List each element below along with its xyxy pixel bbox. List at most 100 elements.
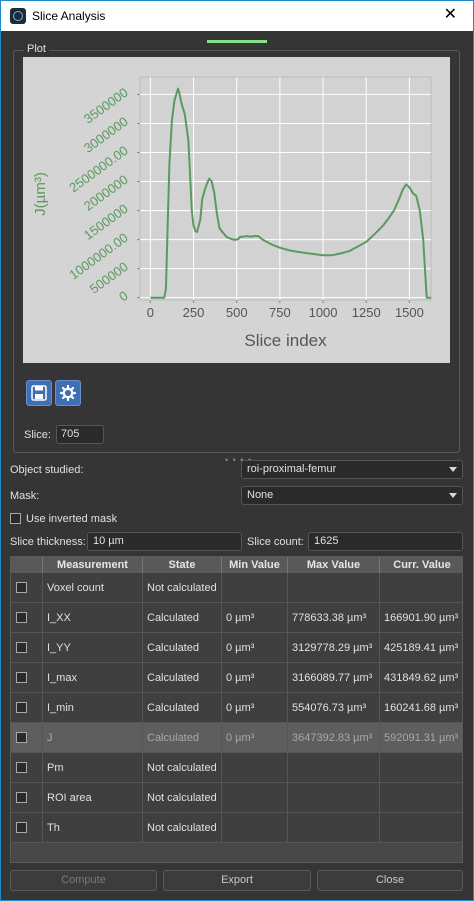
title-bar: Slice Analysis ✕ xyxy=(0,0,474,31)
table-row[interactable]: ROI area Not calculated xyxy=(11,783,462,813)
export-button[interactable]: Export xyxy=(163,870,311,891)
cell-checkbox xyxy=(11,663,43,693)
row-checkbox[interactable] xyxy=(16,642,27,653)
table-row[interactable]: J Calculated 0 µm³ 3647392.83 µm³ 592091.31 … xyxy=(11,723,462,753)
row-checkbox[interactable] xyxy=(16,702,27,713)
cell-min-value xyxy=(222,573,288,603)
row-checkbox[interactable] xyxy=(16,582,27,593)
mask-value: None xyxy=(247,489,274,501)
cell-checkbox xyxy=(11,603,43,633)
cell-max-value: 778633.38 µm³ xyxy=(288,603,380,633)
x-tick-label: 1250 xyxy=(352,305,381,320)
cell-curr-value xyxy=(380,813,462,843)
compute-button[interactable]: Compute xyxy=(10,870,157,891)
save-icon xyxy=(31,385,47,401)
row-checkbox[interactable] xyxy=(16,612,27,623)
cell-state: Not calculated xyxy=(143,573,222,603)
cell-measurement: Pm xyxy=(43,753,143,783)
header-measurement[interactable]: Measurement xyxy=(43,557,143,573)
x-tick-label: 250 xyxy=(183,305,205,320)
header-min-value[interactable]: Min Value xyxy=(222,557,288,573)
header-check-column[interactable] xyxy=(11,557,43,573)
cell-max-value: 3166089.77 µm³ xyxy=(288,663,380,693)
x-axis-label: Slice index xyxy=(244,331,327,350)
slice-label: Slice: xyxy=(24,429,51,441)
gear-icon xyxy=(60,385,76,401)
object-studied-value: roi-proximal-femur xyxy=(247,463,337,475)
header-curr-value[interactable]: Curr. Value xyxy=(380,557,462,573)
table-row[interactable]: Th Not calculated xyxy=(11,813,462,843)
table-row[interactable]: Pm Not calculated xyxy=(11,753,462,783)
header-state[interactable]: State xyxy=(143,557,222,573)
cell-checkbox xyxy=(11,633,43,663)
x-tick-label: 750 xyxy=(269,305,291,320)
slice-count-label: Slice count: xyxy=(247,536,304,548)
close-button[interactable]: Close xyxy=(317,870,463,891)
inverted-mask-label: Use inverted mask xyxy=(26,513,118,525)
table-row[interactable]: I_YY Calculated 0 µm³ 3129778.29 µm³ 425189.… xyxy=(11,633,462,663)
row-checkbox[interactable] xyxy=(16,732,27,743)
cell-measurement: I_max xyxy=(43,663,143,693)
cell-min-value: 0 µm³ xyxy=(222,693,288,723)
save-plot-button[interactable] xyxy=(26,380,52,406)
chevron-down-icon xyxy=(449,493,457,498)
cell-curr-value: 166901.90 µm³ xyxy=(384,612,459,624)
x-tick-label: 1500 xyxy=(395,305,424,320)
cell-checkbox xyxy=(11,813,43,843)
cell-max-value: 3129778.29 µm³ xyxy=(288,633,380,663)
inverted-mask-checkbox[interactable] xyxy=(10,513,21,524)
cell-checkbox xyxy=(11,753,43,783)
table-row[interactable]: Voxel count Not calculated xyxy=(11,573,462,603)
cell-max-value: 554076.73 µm³ xyxy=(288,693,380,723)
plot-groupbox-title: Plot xyxy=(24,43,49,55)
object-studied-select[interactable]: roi-proximal-femur xyxy=(241,460,463,479)
cell-checkbox xyxy=(11,693,43,723)
cell-checkbox xyxy=(11,723,43,753)
slice-thickness-field[interactable]: 10 µm xyxy=(87,532,242,551)
cell-state: Calculated xyxy=(143,633,222,663)
table-row[interactable]: I_min Calculated 0 µm³ 554076.73 µm³ 160241.… xyxy=(11,693,462,723)
cell-checkbox xyxy=(11,783,43,813)
measurements-table: Measurement State Min Value Max Value Cu… xyxy=(10,556,463,863)
window-title: Slice Analysis xyxy=(32,9,106,23)
cell-measurement: Th xyxy=(43,813,143,843)
app-icon xyxy=(10,8,26,24)
plot-area[interactable]: 0 250 500 750 1000 1250 1500 0 500000 1000000.00 1… xyxy=(23,57,450,363)
slice-chart: 0 250 500 750 1000 1250 150005000001000000.001… xyxy=(32,76,432,350)
cell-curr-value xyxy=(380,753,462,783)
slice-input[interactable]: 705 xyxy=(56,425,104,444)
row-checkbox[interactable] xyxy=(16,792,27,803)
object-studied-label: Object studied: xyxy=(10,464,84,476)
cell-min-value xyxy=(222,813,288,843)
cell-curr-value: 425189.41 µm³ xyxy=(384,642,459,654)
cell-min-value xyxy=(222,753,288,783)
cell-state: Calculated xyxy=(143,663,222,693)
mask-label: Mask: xyxy=(10,490,40,502)
cell-state: Not calculated xyxy=(143,753,222,783)
cell-curr-value: 431849.62 µm³ xyxy=(384,672,459,684)
cell-max-value xyxy=(288,813,380,843)
cell-state: Calculated xyxy=(143,603,222,633)
chevron-down-icon xyxy=(449,467,457,472)
cell-curr-value: 160241.68 µm³ xyxy=(384,702,459,714)
cell-curr-value: 592091.31 µm³ xyxy=(384,732,459,744)
y-axis-label: J(µm³) xyxy=(32,172,49,216)
row-checkbox[interactable] xyxy=(16,762,27,773)
plot-settings-button[interactable] xyxy=(55,380,81,406)
header-max-value[interactable]: Max Value xyxy=(288,557,380,573)
close-window-button[interactable]: ✕ xyxy=(444,6,457,24)
cell-min-value xyxy=(222,783,288,813)
table-row[interactable]: I_XX Calculated 0 µm³ 778633.38 µm³ 166901.9… xyxy=(11,603,462,633)
cell-curr-value xyxy=(380,573,462,603)
table-row[interactable]: I_max Calculated 0 µm³ 3166089.77 µm³ 431849… xyxy=(11,663,462,693)
active-tab-indicator[interactable] xyxy=(207,40,267,43)
x-tick-label: 500 xyxy=(226,305,248,320)
table-header: Measurement State Min Value Max Value Cu… xyxy=(11,557,462,573)
row-checkbox[interactable] xyxy=(16,822,27,833)
row-checkbox[interactable] xyxy=(16,672,27,683)
mask-select[interactable]: None xyxy=(241,486,463,505)
cell-min-value: 0 µm³ xyxy=(222,603,288,633)
x-tick-label: 0 xyxy=(147,305,154,320)
y-tick-label: 0 xyxy=(116,288,131,304)
cell-measurement: ROI area xyxy=(43,783,143,813)
